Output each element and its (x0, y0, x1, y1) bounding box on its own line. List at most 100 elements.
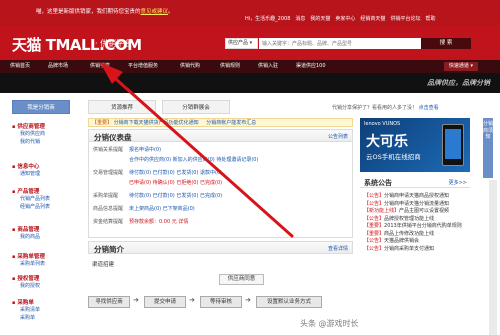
main-nav: 供销首页 品牌市场 供销学堂 平台增值服务 供销代购 供销规则 供销入驻 渠道供… (0, 60, 500, 73)
dashboard-row: 采购单提醒 待付款(0) 已付款(0) 已发货(0) 已完成(0) (93, 192, 222, 199)
nav-home[interactable]: 供销首页 (10, 60, 30, 73)
slogan: 品牌供应，品牌分销 (427, 79, 490, 87)
nav-proxy-purchase[interactable]: 供销代购 (180, 60, 200, 73)
sidebar-group-products: 产品管理 代销产品列表 经销产品列表 (12, 187, 82, 211)
sidebar-item-purchase-checklist[interactable]: 采购清单 (12, 306, 82, 314)
dashboard-row-value[interactable]: 已申请(0) 待确认(0) 已拒绝(0) 已完成(0) (129, 180, 222, 186)
notice-link-1[interactable]: 分销商下载天猫供货产品功能优化通知 (114, 120, 199, 126)
list-item[interactable]: 【公告】品牌授权管理功能上线 (364, 216, 468, 224)
nav-school[interactable]: 供销学堂 (90, 60, 110, 73)
intro-header: 分销简介 查看详情 (88, 241, 353, 254)
news-tag: 【公告】 (364, 238, 385, 244)
news-text: 品牌授权管理功能上线 (384, 215, 435, 222)
sidebar-item-dealer-products[interactable]: 经销产品列表 (12, 203, 82, 211)
nav-channel-100[interactable]: 渠道供应100 (296, 60, 326, 73)
step-find-supplier[interactable]: 寻找供应商 (88, 296, 130, 308)
slogan-bar: 品牌供应，品牌分销 (0, 73, 500, 93)
dashboard-row-value[interactable]: 待付款(0) 已付款(0) 已发货(0) 退款中(0) (129, 170, 222, 176)
share-tip-link[interactable]: 点击查看 (419, 105, 439, 111)
news-more-link[interactable]: 更多>> (449, 179, 467, 186)
nav-value-services[interactable]: 平台增值服务 (128, 60, 158, 73)
dashboard-more-link[interactable]: 公告列表 (328, 133, 348, 140)
dashboard-panel: 供销关系提醒 报名申请中(0) 合作中的供应商(0) 新加入的供应商(0) 待处理… (88, 141, 353, 238)
intro-title: 分销简介 (94, 245, 124, 254)
dashboard-row-value[interactable]: 未上架商品(0) 已下架商品(0) (129, 206, 195, 212)
dashboard-row-value[interactable]: 预存款余额：0.00 元 详情 (129, 219, 188, 225)
sidebar-group-info: 信息中心 通知管理 (12, 162, 82, 178)
step-await-review[interactable]: 等待审核 (200, 296, 242, 308)
sidebar-item-my-goods[interactable]: 我的商品 (12, 233, 82, 241)
step-arrow-icon: ➔ (133, 296, 139, 304)
search-input[interactable] (259, 38, 421, 49)
forum-link[interactable]: 供销平台论坛 (390, 15, 420, 22)
sidebar-group-goods: 商品管理 我的商品 (12, 225, 82, 241)
dashboard-row-value[interactable]: 报名申请中(0) (129, 147, 161, 153)
list-item[interactable]: 【新功能上线】产品主图可以设置视频 (364, 208, 468, 216)
sidebar-item-purchase-list[interactable]: 采购单列表 (12, 260, 82, 268)
promo-banner[interactable]: lenovo VUNOS 大可乐 云OS手机在线招商 (360, 118, 470, 172)
scrollbar[interactable] (489, 180, 497, 335)
tab-distributor[interactable]: 我是分销商 (12, 100, 70, 114)
sidebar-group-purchase-orders: 采购单管理 采购单列表 (12, 252, 82, 268)
dashboard-row-value[interactable]: 合作中的供应商(0) 新加入的供应商(0) 待处理邀请记录(0) (129, 157, 258, 163)
sidebar-item-notifications[interactable]: 通知管理 (12, 170, 82, 178)
nav-brand-market[interactable]: 品牌市场 (48, 60, 68, 73)
supplier-agree-button[interactable]: 供应商同意 (219, 274, 264, 285)
step-submit-application[interactable]: 提交申请 (144, 296, 186, 308)
seller-center-link[interactable]: 卖家中心 (335, 15, 355, 22)
sidebar-item-purchase-order[interactable]: 采购单 (12, 314, 82, 322)
page: 喵，这里是新版供销家，我们期待您宝贵的意见或建议。 Hi，生活乐趣_2008 消… (0, 0, 500, 335)
list-item[interactable]: 【公告】分销商申请天猫分销流量通知 (364, 201, 468, 209)
top-notice-suffix: 。 (168, 9, 174, 15)
list-item[interactable]: 【公告】分销商采购单支付通知 (364, 246, 468, 254)
sidebar-item-my-auth[interactable]: 我的授权 (12, 282, 82, 290)
tab-recommend[interactable]: 货源推荐 (88, 100, 156, 114)
top-links: Hi，生活乐趣_2008 消息 我的天猫 卖家中心 经销商天猫 供销平台论坛 帮… (245, 15, 435, 22)
sidebar-item-my-suppliers[interactable]: 我的供应商 (12, 130, 82, 138)
sidebar: 供应商管理 我的供应商 我的代销 信息中心 通知管理 产品管理 代销产品列表 经… (12, 122, 82, 335)
phone-image (442, 124, 464, 166)
list-item[interactable]: 【重要】商品上传修改功能上线 (364, 231, 468, 239)
ad-subtitle: 云OS手机在线招商 (366, 153, 421, 161)
ad-brands: lenovo VUNOS (364, 121, 401, 127)
feedback-link[interactable]: 意见或建议 (141, 9, 169, 15)
user-greeting-link[interactable]: Hi，生活乐趣_2008 (245, 15, 290, 22)
help-link[interactable]: 帮助 (425, 15, 435, 22)
intro-more-link[interactable]: 查看详情 (328, 245, 348, 252)
tab-fair[interactable]: 分销群展会 (162, 100, 230, 114)
nav-rules[interactable]: 供销规则 (220, 60, 240, 73)
sidebar-item-proxy-products[interactable]: 代销产品列表 (12, 195, 82, 203)
news-list: 【公告】分销商申请天猫商品授权通知 【公告】分销商申请天猫分销流量通知 【新功能… (364, 193, 468, 253)
news-text: 分销商采购单支付通知 (384, 245, 435, 252)
nav-join[interactable]: 供销入驻 (258, 60, 278, 73)
dashboard-row-label: 采购单提醒 (93, 193, 119, 199)
list-item[interactable]: 【重要】2013年供销平台分销商代购单规则 (364, 223, 468, 231)
main-content: 【重要】 分销商下载天猫供货产品功能优化通知 分销商帐户能发布汇总 分销仪表盘 … (88, 118, 353, 335)
list-item[interactable]: 【公告】天猫品牌供销会 (364, 238, 468, 246)
sidebar-group-supplier: 供应商管理 我的供应商 我的代销 (12, 122, 82, 146)
dashboard-row: 供销关系提醒 报名申请中(0) (93, 146, 161, 153)
dashboard-row: 资金结算提醒 预存款余额：0.00 元 详情 (93, 218, 188, 225)
sidebar-group-title: 商品管理 (12, 225, 82, 233)
news-tag: 【新功能上线】 (364, 208, 400, 214)
dashboard-row-value[interactable]: 待付款(0) 已付款(0) 已发货(0) 已完成(0) (129, 193, 222, 199)
search-button[interactable]: 搜 索 (421, 38, 471, 49)
search-type-select[interactable]: 供应产品 ▾ (225, 38, 258, 49)
news-text: 产品主图可以设置视频 (399, 208, 450, 214)
sidebar-item-my-proxy[interactable]: 我的代销 (12, 138, 82, 146)
dealer-tmall-link[interactable]: 经销商天猫 (360, 15, 385, 22)
news-text: 商品上传修改功能上线 (384, 230, 435, 237)
list-item[interactable]: 【公告】分销商申请天猫商品授权通知 (364, 193, 468, 201)
quick-access-menu[interactable]: 快速通道 ▾ (443, 62, 478, 71)
messages-link[interactable]: 消息 (295, 15, 305, 22)
intro-tab-channel[interactable]: 渠道招建 (92, 260, 114, 268)
sidebar-group-title: 采购单管理 (12, 252, 82, 260)
distributor-guide-tab[interactable]: 分销商须知 (483, 118, 493, 178)
sidebar-group-title: 供应商管理 (12, 122, 82, 130)
my-tmall-link[interactable]: 我的天猫 (310, 15, 330, 22)
dashboard-row: 商品信息提醒 未上架商品(0) 已下架商品(0) (93, 205, 195, 212)
step-set-default-mode[interactable]: 设置默认业务方式 (256, 296, 322, 308)
news-tag: 【公告】 (364, 193, 385, 199)
dashboard-row: 交易管理提醒 待付款(0) 已付款(0) 已发货(0) 退款中(0) (93, 169, 222, 176)
notice-link-2[interactable]: 分销商帐户能发布汇总 (206, 120, 256, 126)
